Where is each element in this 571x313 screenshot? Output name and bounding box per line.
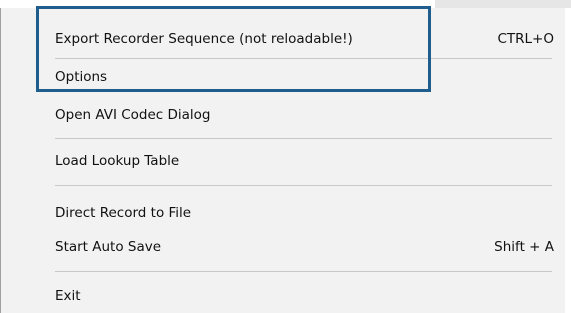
menu-item-start-auto-save[interactable]: Start Auto Save Shift + A — [55, 234, 560, 260]
menu-item-direct-record-to-file[interactable]: Direct Record to File — [55, 200, 560, 226]
menu-item-load-lookup-table[interactable]: Load Lookup Table — [55, 148, 560, 174]
menu-item-label: Exit — [55, 288, 81, 304]
menu-item-label: Start Auto Save — [55, 239, 162, 255]
menu-item-label: Direct Record to File — [55, 205, 192, 221]
menu-separator — [55, 58, 552, 59]
menu-right-edge — [565, 8, 571, 313]
menu-separator — [55, 185, 552, 186]
menu-item-shortcut: CTRL+O — [497, 31, 554, 47]
menu-separator — [55, 138, 552, 139]
context-menu: Export Recorder Sequence (not reloadable… — [0, 8, 566, 313]
menu-item-shortcut: Shift + A — [494, 239, 554, 255]
menu-item-label: Export Recorder Sequence (not reloadable… — [55, 31, 353, 47]
menu-item-label: Options — [55, 69, 108, 85]
menu-item-options[interactable]: Options — [55, 64, 560, 90]
menu-item-exit[interactable]: Exit — [55, 283, 560, 309]
menu-item-open-avi-codec-dialog[interactable]: Open AVI Codec Dialog — [55, 102, 560, 128]
menu-separator — [55, 271, 552, 272]
menu-item-export-recorder-sequence[interactable]: Export Recorder Sequence (not reloadable… — [55, 26, 560, 52]
menu-item-label: Load Lookup Table — [55, 153, 180, 169]
menu-item-label: Open AVI Codec Dialog — [55, 107, 211, 123]
screenshot-page: Export Recorder Sequence (not reloadable… — [0, 0, 571, 313]
